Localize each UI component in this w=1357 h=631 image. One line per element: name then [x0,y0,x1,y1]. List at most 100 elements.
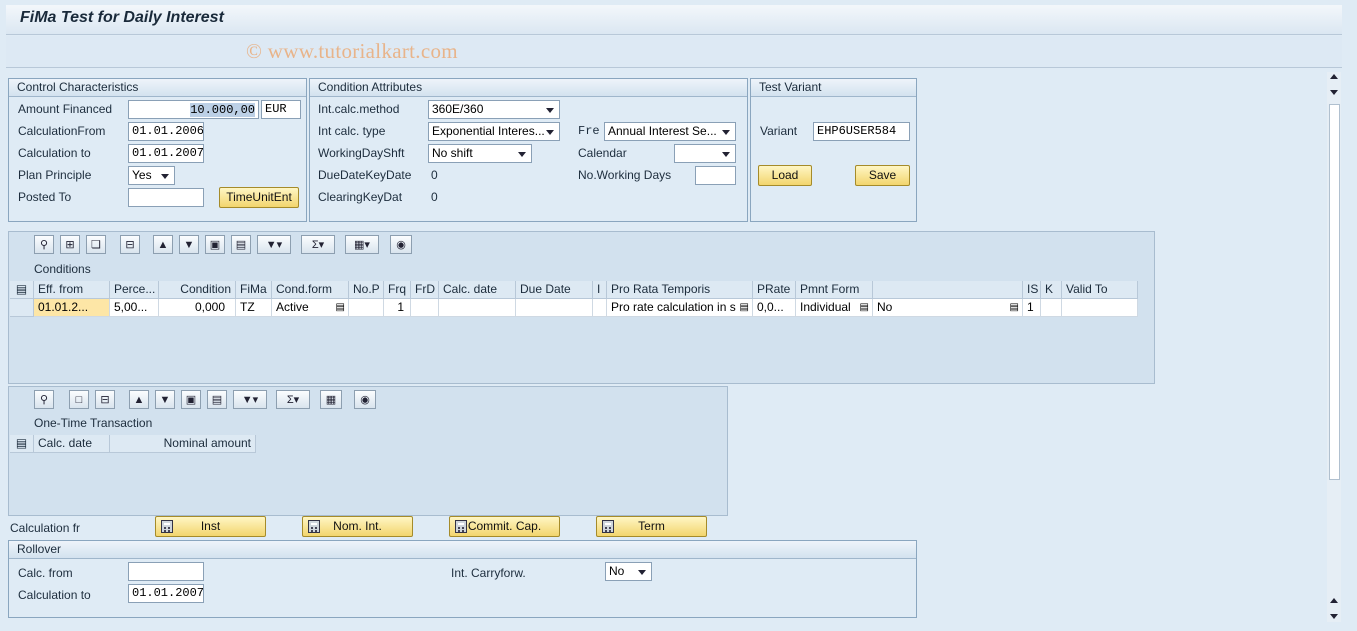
cell-eff-from[interactable]: 01.01.2... [34,299,110,317]
col-frq[interactable]: Frq [384,281,411,299]
find-icon[interactable]: ▣ [205,235,225,254]
int-carryforward-dropdown[interactable]: No [605,562,652,581]
col-nominal-amount[interactable]: Nominal amount [110,435,256,453]
cell-prate[interactable]: 0,0... [753,299,796,317]
int-calc-method-dropdown[interactable]: 360E/360 [428,100,560,119]
sum-icon[interactable]: Σ▾ [276,390,310,409]
details-icon[interactable]: ⚲ [34,390,54,409]
col-calc-date[interactable]: Calc. date [34,435,110,453]
select-all-icon[interactable]: ▤ [10,435,34,453]
cell-condition[interactable]: 0,000 [159,299,236,317]
find-next-icon[interactable]: ▤ [207,390,227,409]
commit-cap-button[interactable]: Commit. Cap. [449,516,560,537]
layout-icon[interactable]: ▦▾ [345,235,379,254]
new-document-icon[interactable]: □ [69,390,89,409]
table-icon[interactable]: ▦ [320,390,342,409]
print-icon[interactable]: ▲ [153,235,173,254]
col-frd[interactable]: FrD [411,281,439,299]
col-eff-from[interactable]: Eff. from [34,281,110,299]
calculation-from-field[interactable]: 01.01.2006 [128,122,204,141]
working-day-shift-dropdown[interactable]: No shift [428,144,532,163]
delete-row-icon[interactable]: ⊟ [95,390,115,409]
row-selector[interactable] [10,299,34,317]
cell-frd[interactable] [411,299,439,317]
term-button[interactable]: Term [596,516,707,537]
inst-button[interactable]: Inst [155,516,266,537]
scrollbar-thumb[interactable] [1329,104,1340,480]
cell-percentage[interactable]: 5,00... [110,299,159,317]
cell-cond-form[interactable]: Active ▤ [272,299,349,317]
frequency-dropdown[interactable]: Annual Interest Se... [604,122,736,141]
col-percentage[interactable]: Perce... [110,281,159,299]
cell-frq[interactable]: 1 [384,299,411,317]
details-icon[interactable]: ⚲ [34,235,54,254]
chart-icon[interactable]: ◉ [390,235,412,254]
currency-field[interactable]: EUR [261,100,301,119]
scroll-down-icon[interactable] [1330,90,1338,95]
set-filter-icon[interactable]: ▼▾ [257,235,291,254]
onetime-panel: ⚲ □ ⊟ ▲ ▼ ▣ ▤ ▼▾ Σ▾ ▦ ◉ One-Time Transac… [8,386,728,516]
set-filter-icon[interactable]: ▼▾ [233,390,267,409]
cell-is[interactable]: 1 [1023,299,1041,317]
filter-icon[interactable]: ▼ [179,235,199,254]
save-button[interactable]: Save [855,165,910,186]
calculation-to-field[interactable]: 01.01.2007 [128,144,204,163]
cell-no-p[interactable] [349,299,384,317]
insert-row-icon[interactable]: ⊞ [60,235,80,254]
cell-valid-to[interactable] [1062,299,1138,317]
cell-i[interactable] [593,299,607,317]
variant-field[interactable]: EHP6USER584 [813,122,910,141]
cell-pro-rata[interactable]: Pro rate calculation in s ▤ [607,299,753,317]
col-calc-date[interactable]: Calc. date [439,281,516,299]
amount-financed-field[interactable]: 10.000,00 [128,100,259,119]
plan-principle-dropdown[interactable]: Yes [128,166,175,185]
copy-icon[interactable]: ❏ [86,235,106,254]
cell-calc-date[interactable] [439,299,516,317]
filter-icon[interactable]: ▼ [155,390,175,409]
value-help-icon[interactable]: ▤ [1010,299,1019,316]
calendar-dropdown[interactable] [674,144,736,163]
cell-due-date[interactable] [516,299,593,317]
col-valid-to[interactable]: Valid To [1062,281,1138,299]
cell-fima[interactable]: TZ [236,299,272,317]
col-is[interactable]: IS [1023,281,1041,299]
col-pro-rata[interactable]: Pro Rata Temporis [607,281,753,299]
scroll-up-bottom-icon[interactable] [1330,598,1338,603]
working-days-field[interactable] [695,166,736,185]
col-cond-form[interactable]: Cond.form [272,281,349,299]
col-condition[interactable]: Condition [159,281,236,299]
timeunit-button[interactable]: TimeUnitEnt [219,187,299,208]
chart-icon[interactable]: ◉ [354,390,376,409]
nom-int-button[interactable]: Nom. Int. [302,516,413,537]
test-variant-title: Test Variant [751,79,916,97]
scroll-up-icon[interactable] [1330,74,1338,79]
cell-pmnt-form-text: Individual [800,300,851,314]
scroll-down-bottom-icon[interactable] [1330,614,1338,619]
delete-row-icon[interactable]: ⊟ [120,235,140,254]
print-icon[interactable]: ▲ [129,390,149,409]
find-next-icon[interactable]: ▤ [231,235,251,254]
condition-attributes-group: Condition Attributes Int.calc.method 360… [309,78,748,222]
cell-k[interactable] [1041,299,1062,317]
col-i[interactable]: I [593,281,607,299]
int-calc-type-dropdown[interactable]: Exponential Interes... [428,122,560,141]
col-no-p[interactable]: No.P [349,281,384,299]
value-help-icon[interactable]: ▤ [336,299,345,316]
select-all-icon[interactable]: ▤ [10,281,34,299]
col-k[interactable]: K [1041,281,1062,299]
calc-from-field[interactable] [128,562,204,581]
col-pmnt-form[interactable]: Pmnt Form [796,281,873,299]
cell-unnamed[interactable]: No ▤ [873,299,1023,317]
col-fima[interactable]: FiMa [236,281,272,299]
cell-pmnt-form[interactable]: Individual ▤ [796,299,873,317]
sum-icon[interactable]: Σ▾ [301,235,335,254]
col-due-date[interactable]: Due Date [516,281,593,299]
posted-to-field[interactable] [128,188,204,207]
find-icon[interactable]: ▣ [181,390,201,409]
load-button[interactable]: Load [758,165,812,186]
rollover-calculation-to-field[interactable]: 01.01.2007 [128,584,204,603]
col-prate[interactable]: PRate [753,281,796,299]
value-help-icon[interactable]: ▤ [739,299,749,316]
col-unnamed[interactable] [873,281,1023,299]
value-help-icon[interactable]: ▤ [860,299,869,316]
